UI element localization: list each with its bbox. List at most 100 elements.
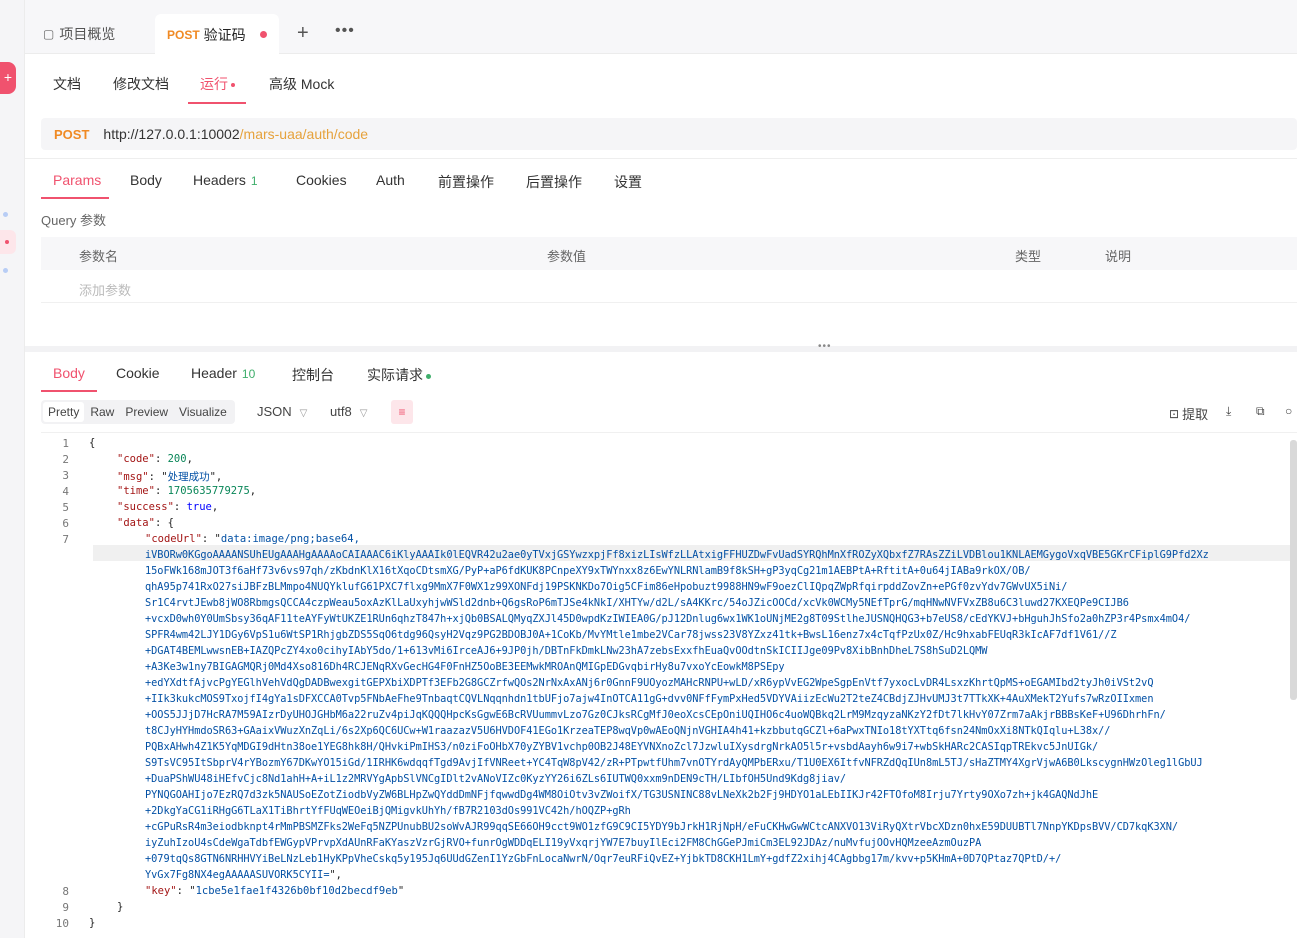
base64-line: SPFR4wm42LJY1DGy6VpS1u6WtSP1RhjgbZDS5SqO… — [145, 629, 1117, 641]
add-tab-icon[interactable]: + — [297, 22, 309, 45]
search-icon: ○ — [1285, 404, 1293, 418]
line-number: 4 — [62, 485, 69, 498]
response-toolbar: Pretty Raw Preview Visualize JSON ▽ utf8 ▽… — [41, 400, 1297, 426]
query-params-table: 参数名 参数值 类型 说明 添加参数 — [41, 237, 1297, 303]
tab-cookies[interactable]: Cookies — [296, 172, 347, 188]
json-success-value: true — [186, 501, 212, 513]
line-number: 2 — [62, 453, 69, 466]
url-base: http://127.0.0.1:10002 — [103, 126, 240, 142]
status-dot — [231, 83, 235, 88]
base64-last-line: YvGx7Fg8NX4egAAAAASUVORK5CYII= — [145, 869, 330, 881]
col-param-value: 参数值 — [547, 249, 587, 264]
code-line: "code": 200, — [117, 453, 193, 465]
drag-handle-icon: ••• — [818, 341, 832, 352]
new-button[interactable]: + — [0, 62, 16, 94]
base64-line: +079tqQs8GTN6NRHHVYiBeLNzLeb1HyKPpVheCsk… — [145, 853, 1062, 865]
mode-visualize[interactable]: Visualize — [174, 402, 232, 422]
headers-count-badge: 1 — [250, 174, 258, 188]
wrap-lines-button[interactable]: ≡ — [391, 400, 413, 424]
rail-dot — [5, 240, 9, 244]
format-select[interactable]: JSON ▽ — [257, 404, 307, 419]
tab-response-cookie[interactable]: Cookie — [116, 365, 160, 381]
base64-line: iVBORw0KGgoAAAANSUhEUgAAAHgAAAAoCAIAAAC6… — [145, 549, 1209, 561]
base64-line: PYNQGOAHIjo7EzRQ7d3zk5NAUSoEZotZiodbVyZW… — [145, 789, 1099, 801]
line-number: 6 — [62, 517, 69, 530]
extract-button[interactable]: ⊡ 提取 — [1169, 404, 1208, 423]
rail-dot — [3, 212, 8, 217]
tab-pre-request[interactable]: 前置操作 — [438, 172, 494, 192]
base64-line: +vcxD0wh0Y0UmSbsy36qAF11teAYFyWtUKZE1RUn… — [145, 613, 1191, 625]
tab-label: 项目概览 — [59, 26, 116, 42]
tab-project-overview[interactable]: ▢ 项目概览 — [43, 24, 115, 44]
url-bar[interactable]: POST http://127.0.0.1:10002/mars-uaa/aut… — [41, 118, 1297, 150]
code-line: "msg": "处理成功", — [117, 471, 223, 483]
line-number: 10 — [55, 917, 69, 930]
encoding-select[interactable]: utf8 ▽ — [330, 404, 367, 419]
tab-headers-label: Headers — [193, 172, 246, 188]
base64-line: 15oFWk168mJOT3f6aHf73v6vs97qh/zKbdnKlX16… — [145, 565, 1031, 577]
col-description: 说明 — [1105, 249, 1132, 264]
request-tab-indicator — [41, 197, 109, 199]
tab-console[interactable]: 控制台 — [292, 365, 334, 385]
copy-button[interactable]: ⧉ — [1256, 404, 1265, 419]
url-path: /mars-uaa/auth/code — [239, 126, 369, 142]
json-time-value: 1705635779275 — [167, 485, 250, 497]
extract-label: 提取 — [1182, 407, 1209, 422]
tab-active-request[interactable]: POST 验证码 — [155, 14, 279, 55]
col-type: 类型 — [1015, 249, 1042, 264]
tab-response-header-label: Header — [191, 365, 237, 381]
response-body-editor[interactable]: 1 2 3 4 5 6 7 8 9 10 { "code": 200, "msg… — [41, 432, 1297, 938]
panel-resize-handle[interactable]: ••• — [25, 341, 1297, 352]
base64-line: +A3Ke3w1ny7BIGAGMQRj0Md4Xso816Dh4RCJENqR… — [145, 661, 785, 673]
subnav-run[interactable]: 运行 — [200, 74, 235, 94]
subnav-advanced-mock[interactable]: 高级 Mock — [269, 74, 334, 94]
line-number: 3 — [62, 469, 69, 482]
mode-pretty[interactable]: Pretty — [43, 402, 85, 422]
base64-line: +2DkgYaCG1iRHgG6TLaX1TiBhrtYfFUqWEOeiBjQ… — [145, 805, 631, 817]
tab-headers[interactable]: Headers 1 — [193, 172, 258, 188]
copy-icon: ⧉ — [1256, 404, 1265, 418]
tab-body[interactable]: Body — [130, 172, 162, 188]
response-tabs: Body Cookie Header 10 控制台 实际请求 — [25, 354, 1297, 392]
tab-params[interactable]: Params — [53, 172, 101, 188]
search-button[interactable]: ○ — [1285, 404, 1292, 418]
json-msg-value: 处理成功 — [167, 471, 210, 483]
subnav-active-indicator — [188, 102, 246, 104]
tab-post-request[interactable]: 后置操作 — [526, 172, 582, 192]
more-icon[interactable]: ••• — [335, 22, 355, 40]
tab-response-body[interactable]: Body — [53, 365, 85, 381]
editor-scrollbar[interactable] — [1290, 440, 1297, 700]
tab-settings[interactable]: 设置 — [614, 172, 642, 192]
code-line: { — [89, 437, 96, 449]
grid-icon: ▢ — [43, 27, 55, 41]
left-rail: + — [0, 0, 25, 938]
status-dot — [426, 373, 431, 379]
code-line: "data": { — [117, 517, 174, 529]
chevron-down-icon: ▽ — [299, 408, 308, 419]
method-select[interactable]: POST — [54, 127, 89, 142]
app-window: + ▢ 项目概览 POST 验证码 + ••• 文档 修改文档 运行 高级 Mo… — [0, 0, 1297, 938]
code-line: "codeUrl": "data:image/png;base64, — [145, 533, 360, 545]
tab-actual-request-label: 实际请求 — [367, 367, 423, 383]
line-number: 7 — [62, 533, 69, 546]
response-tab-indicator — [41, 390, 97, 392]
subnav-doc[interactable]: 文档 — [53, 74, 81, 94]
mode-raw[interactable]: Raw — [85, 402, 119, 422]
sub-nav: 文档 修改文档 运行 高级 Mock — [25, 54, 1297, 104]
tab-label: 验证码 — [203, 26, 246, 43]
mode-preview[interactable]: Preview — [120, 402, 173, 422]
table-header: 参数名 参数值 类型 说明 — [41, 237, 1297, 270]
download-button[interactable]: ⤓ — [1226, 404, 1231, 419]
code-line: "success": true, — [117, 501, 219, 513]
base64-line: +DuaPShWU48iHEfvCjc8Nd1ahH+A+iL1z2MRVYgA… — [145, 773, 847, 785]
encoding-value: utf8 — [330, 404, 352, 419]
query-section-title: Query 参数 — [41, 213, 107, 228]
base64-line: +DGAT4BEMLwwsnEB+IAZQPcZY4xo0cihyIAbY5do… — [145, 645, 988, 657]
tab-auth[interactable]: Auth — [376, 172, 405, 188]
tab-response-header[interactable]: Header 10 — [191, 365, 255, 381]
tab-actual-request[interactable]: 实际请求 — [367, 365, 431, 385]
unsaved-dot-icon[interactable] — [260, 31, 267, 38]
add-param-row[interactable]: 添加参数 — [41, 270, 1297, 303]
top-tab-bar: ▢ 项目概览 POST 验证码 + ••• — [25, 0, 1297, 55]
subnav-edit-doc[interactable]: 修改文档 — [113, 74, 169, 94]
